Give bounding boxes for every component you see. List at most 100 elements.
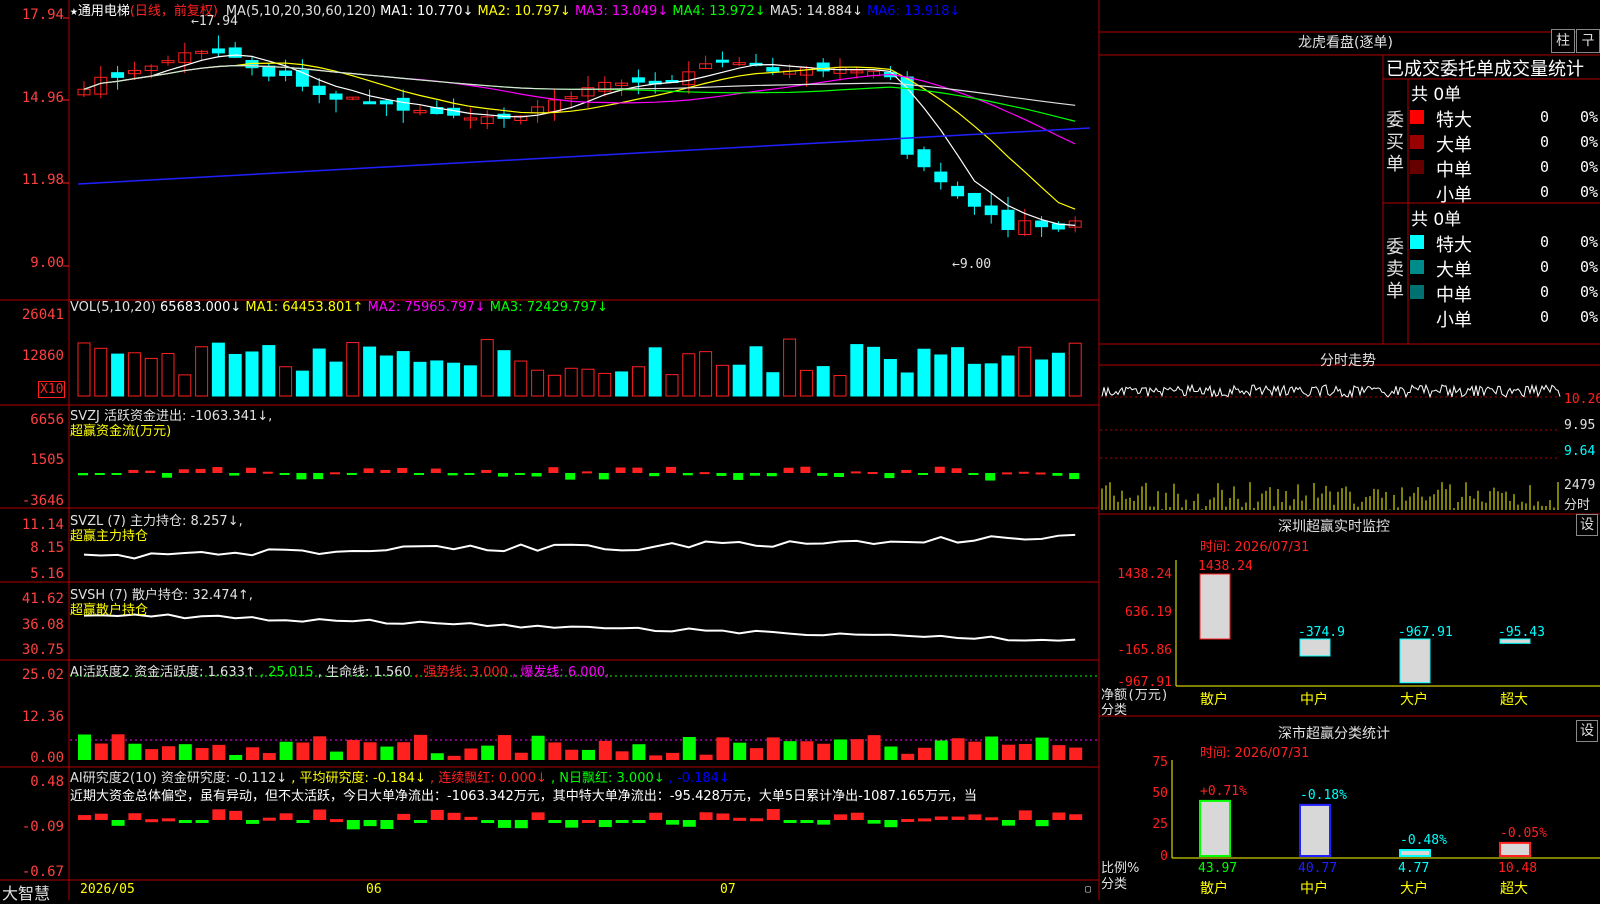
order-color-swatch: [1410, 110, 1424, 124]
volume-bar: [94, 347, 108, 397]
activity-bar: [397, 742, 411, 760]
activity-bar: [750, 748, 763, 760]
sell-total: 共 0单: [1411, 210, 1462, 230]
bar-mode-button[interactable]: 柱: [1551, 29, 1575, 53]
order-count: 0: [1540, 133, 1550, 151]
flow-bar: [750, 473, 760, 476]
vol-legend-item: VOL(5,10,20): [70, 300, 156, 315]
research-bar: [934, 816, 948, 820]
ma-legend-item: MA5: 14.884↓: [765, 4, 864, 19]
flow-bar: [1002, 472, 1012, 475]
activity-bar: [615, 751, 629, 760]
vol-legend-item: MA1: 64453.801↑: [241, 300, 364, 315]
research-bar: [582, 819, 595, 823]
volume-bar: [833, 375, 847, 397]
sz-monitor-category: 散户: [1200, 691, 1228, 708]
volume-bar: [967, 363, 981, 397]
research-bar: [397, 813, 411, 820]
candle-body: [312, 85, 326, 96]
flow-bar: [1018, 471, 1029, 474]
flow-bar: [279, 473, 290, 475]
sz-monitor-value: -95.43: [1498, 625, 1545, 640]
alt-mode-button[interactable]: 구: [1576, 29, 1600, 53]
svzj-axis-label-2: 1505: [30, 452, 64, 468]
order-count: 0: [1540, 158, 1550, 176]
flow-bar: [430, 468, 441, 473]
research-bar: [817, 820, 831, 825]
order-type-label: 小单: [1436, 185, 1472, 206]
research-bar: [632, 820, 646, 823]
flow-bar: [716, 473, 727, 476]
ma-legend-item: MA3: 13.049↓: [570, 4, 669, 19]
flow-bar: [363, 468, 374, 473]
sz-class-change: -0.18%: [1300, 788, 1347, 803]
flow-bar: [834, 473, 844, 477]
sz-monitor-cat-label: 分类: [1101, 703, 1128, 718]
svzl-subtitle: 超赢主力持仓: [70, 529, 149, 544]
flow-bar: [1069, 473, 1080, 480]
ai-active-axis-label-2: 12.36: [21, 709, 64, 725]
ai-active-legend-item: , 爆发线: 6.000,: [507, 665, 610, 680]
activity-bar: [464, 748, 478, 760]
activity-bar: [531, 735, 545, 760]
activity-bar: [800, 741, 814, 760]
activity-bar: [414, 734, 427, 760]
order-percent: 0%: [1580, 283, 1599, 301]
ai-research-axis-label-3: -0.67: [21, 864, 64, 880]
activity-bar: [632, 744, 646, 760]
volume-bar: [615, 371, 629, 397]
flow-bar: [632, 467, 643, 473]
sz-class-category: 散户: [1200, 880, 1228, 897]
sz-monitor-settings-button[interactable]: 设: [1576, 514, 1598, 536]
volume-bar: [430, 360, 444, 397]
volume-bar: [665, 374, 679, 397]
research-bar: [531, 812, 545, 820]
flow-bar: [178, 469, 189, 473]
research-bar: [363, 820, 377, 827]
flow-bar: [531, 473, 542, 477]
sz-class-value: 10.48: [1498, 861, 1537, 876]
order-color-swatch: [1410, 260, 1424, 274]
volume-bar: [547, 374, 561, 397]
flow-bar: [296, 473, 307, 480]
activity-bar: [363, 742, 377, 760]
order-row: 特大 0 0%: [1410, 231, 1600, 256]
research-bar: [1018, 810, 1032, 820]
volume-bar: [312, 348, 326, 397]
volume-bar: [682, 353, 696, 397]
research-bar: [78, 815, 91, 820]
research-bar: [548, 820, 562, 823]
retail-holding-line: [83, 613, 1076, 642]
lock-icon[interactable]: ▢: [1085, 884, 1091, 895]
vol-unit-badge[interactable]: X10: [38, 381, 66, 398]
flow-bar: [414, 473, 424, 475]
favorite-star-icon[interactable]: ★: [70, 4, 78, 19]
activity-bar: [313, 736, 327, 760]
flow-bar: [380, 469, 391, 473]
research-bar: [178, 820, 192, 823]
sz-monitor-axis-label: -165.86: [1117, 643, 1172, 658]
flow-bar: [985, 473, 996, 481]
volume-bar: [883, 358, 897, 397]
flow-bar: [850, 471, 861, 474]
ma-legend-item: MA6: 13.918↓: [863, 4, 961, 19]
ai-active-axis-label-1: 25.02: [21, 667, 64, 683]
svzj-subtitle: 超赢资金流(万元): [70, 424, 172, 439]
date-label-2: 06: [366, 882, 382, 897]
order-percent: 0%: [1580, 133, 1599, 151]
volume-bar: [867, 346, 881, 397]
ai-active-legend-item: , 25.015: [255, 665, 314, 680]
volume-bar: [111, 353, 125, 397]
order-color-swatch: [1410, 135, 1424, 149]
order-row: 中单 0 0%: [1410, 281, 1600, 306]
activity-bar: [918, 747, 931, 760]
activity-bar: [766, 737, 780, 760]
activity-bar: [901, 753, 915, 760]
sz-class-settings-button[interactable]: 设: [1576, 720, 1598, 742]
volume-bar: [1018, 346, 1032, 397]
volume-bar: [77, 342, 91, 397]
chart-canvas[interactable]: 1438.24 636.19 -165.86 -967.91 1438.24 散户 -374…: [0, 0, 1600, 900]
order-type-label: 大单: [1436, 135, 1472, 156]
ma-legend-item: MA2: 10.797↓: [473, 4, 571, 19]
activity-bar: [951, 738, 965, 760]
